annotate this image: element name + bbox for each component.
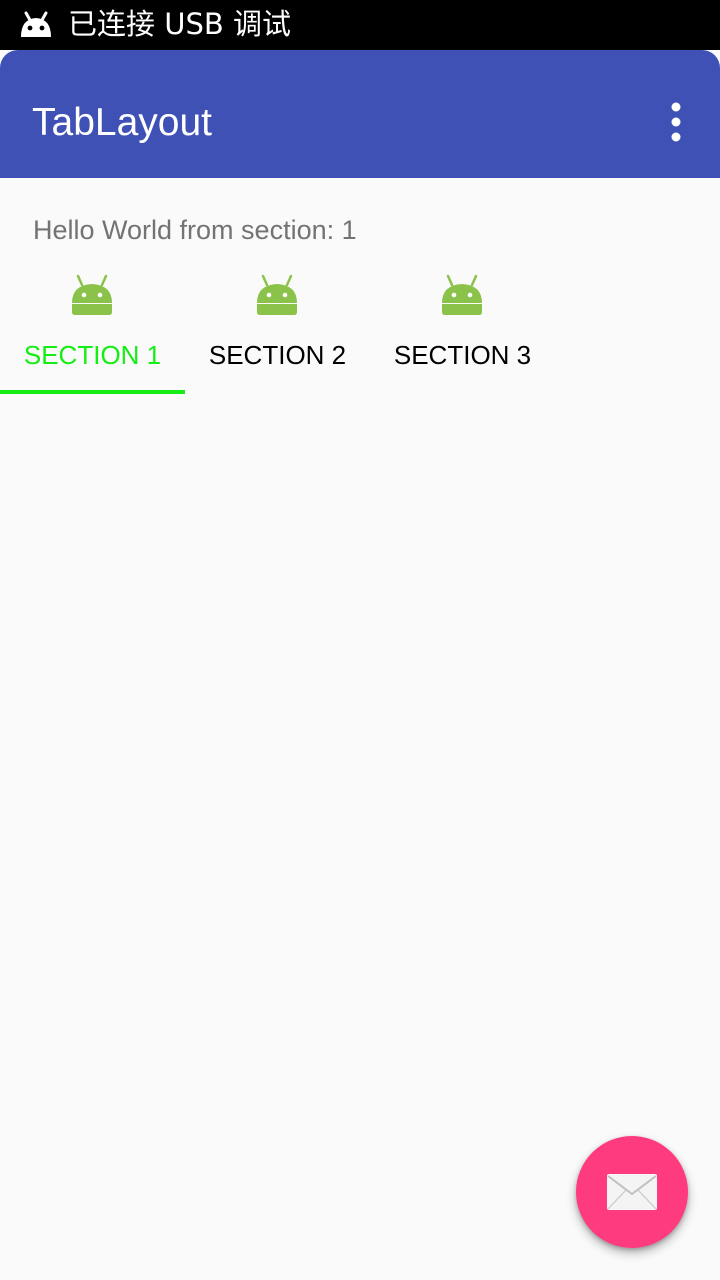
status-bar: 已连接 USB 调试	[0, 0, 720, 50]
tab-label: SECTION 2	[208, 340, 347, 370]
tab-section-2[interactable]: SECTION 2	[185, 262, 370, 390]
tab-section-1[interactable]: SECTION 1	[0, 262, 185, 390]
more-vert-icon[interactable]	[656, 100, 696, 144]
tab-label: SECTION 3	[393, 340, 532, 370]
android-debug-icon	[21, 11, 51, 37]
section-text: Hello World from section: 1	[33, 215, 357, 245]
tab-indicator	[0, 390, 185, 394]
status-text: 已连接 USB 调试	[68, 7, 291, 41]
tab-label: SECTION 1	[23, 340, 162, 370]
compose-mail-button[interactable]	[576, 1136, 688, 1248]
app-title: TabLayout	[32, 101, 212, 144]
tab-section-3[interactable]: SECTION 3	[370, 262, 555, 390]
android-icon	[72, 274, 112, 315]
app-bar: TabLayout	[0, 50, 720, 178]
screen: 已连接 USB 调试 TabLayout Hello World from se…	[0, 0, 720, 1280]
mail-icon	[607, 1174, 657, 1210]
android-icon	[257, 274, 297, 315]
android-icon	[442, 274, 482, 315]
